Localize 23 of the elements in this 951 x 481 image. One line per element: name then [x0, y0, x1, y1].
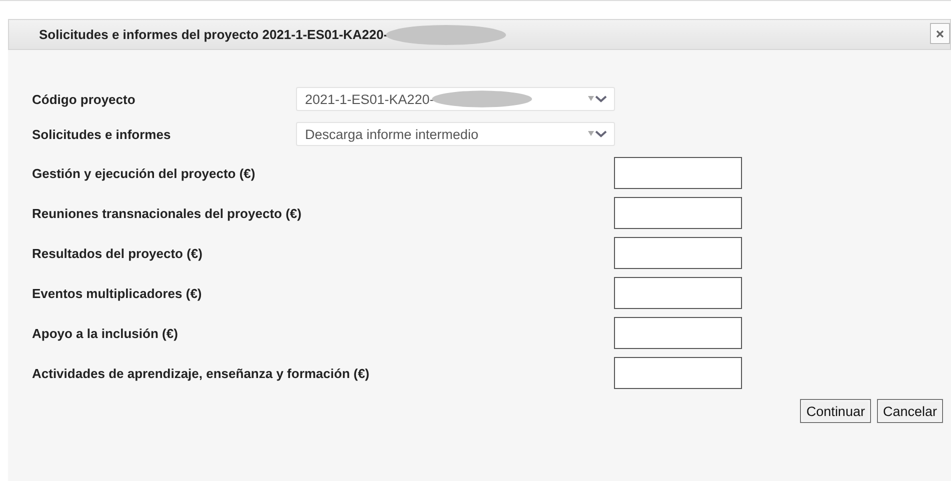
continue-button[interactable]: Continuar: [800, 399, 871, 423]
close-button[interactable]: [930, 23, 950, 44]
field-label: Solicitudes e informes: [32, 126, 172, 142]
input-field[interactable]: [614, 277, 742, 309]
field-label: Resultados del proyecto (€): [32, 246, 204, 260]
field-label: Actividades de aprendizaje, enseñanza y formación (€): [32, 366, 370, 380]
field-label: Código proyecto: [32, 92, 136, 106]
input-field[interactable]: [614, 357, 742, 389]
field-label: Apoyo a la inclusión (€): [32, 326, 179, 340]
cancel-button[interactable]: Cancelar: [876, 399, 943, 423]
dropdown[interactable]: Descarga informe intermedio: [296, 122, 615, 146]
dialog-title: Solicitudes e informes del proyecto 2021-1-ES01-KA220-: [39, 27, 388, 42]
close-icon: [936, 30, 944, 38]
field-label: Reuniones transnacionales del proyecto (€): [32, 206, 302, 220]
dropdown[interactable]: 2021-1-ES01-KA220-: [296, 87, 615, 111]
caret-icon: [588, 95, 608, 103]
caret-icon: [588, 130, 608, 138]
input-field[interactable]: [614, 197, 742, 229]
field-label: Eventos multiplicadores (€): [32, 286, 203, 300]
field-label: Gestión y ejecución del proyecto (€): [32, 166, 256, 180]
input-field[interactable]: [614, 237, 742, 269]
input-field[interactable]: [614, 157, 742, 189]
input-field[interactable]: [614, 317, 742, 349]
